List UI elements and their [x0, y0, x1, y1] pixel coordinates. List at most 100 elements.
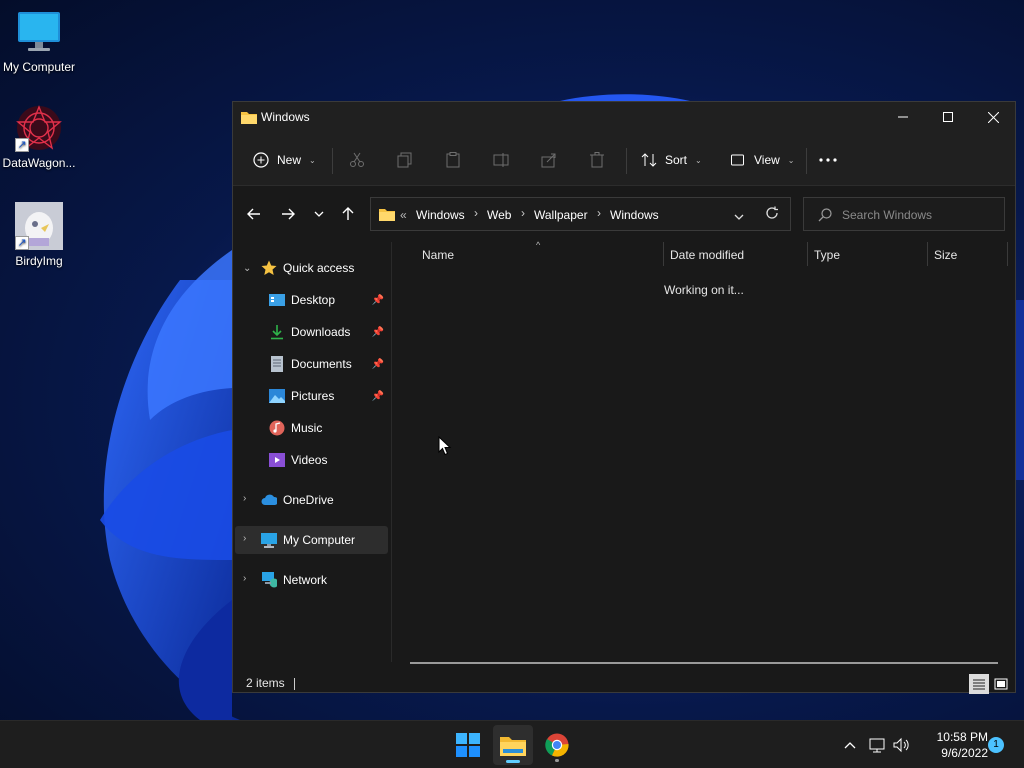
network-status-button[interactable] — [868, 735, 888, 755]
navigation-pane: ⌄ Quick access Desktop 📌 Downloads 📌 Doc… — [233, 242, 391, 662]
copy-button[interactable] — [397, 148, 413, 172]
loading-message: Working on it... — [664, 283, 744, 297]
sidebar-item-my-computer[interactable]: › My Computer — [235, 526, 388, 554]
paste-button[interactable] — [445, 148, 461, 172]
taskbar-file-explorer[interactable] — [493, 725, 533, 765]
column-header-size[interactable]: Size — [934, 248, 957, 262]
cloud-icon — [261, 492, 277, 508]
share-button[interactable] — [541, 148, 557, 172]
running-indicator — [506, 760, 520, 763]
column-separator[interactable] — [807, 242, 808, 266]
taskbar-chrome[interactable] — [537, 725, 577, 765]
close-button[interactable] — [970, 102, 1016, 132]
download-icon — [269, 324, 285, 340]
breadcrumb-item[interactable]: Windows — [416, 208, 465, 222]
monitor-icon — [261, 532, 277, 548]
column-separator[interactable] — [1007, 242, 1008, 266]
sort-label: Sort — [665, 153, 688, 167]
rename-button[interactable] — [493, 148, 509, 172]
sidebar-item-quick-access[interactable]: ⌄ Quick access — [235, 254, 388, 282]
clock[interactable]: 10:58 PM 9/6/2022 — [916, 729, 988, 761]
start-button[interactable] — [448, 725, 488, 765]
status-bar: 2 items — [233, 674, 1015, 694]
title-bar[interactable]: Windows — [233, 102, 1015, 134]
share-icon — [541, 153, 556, 168]
search-box[interactable] — [803, 197, 1005, 231]
back-button[interactable] — [243, 203, 265, 225]
pin-icon: 📌 — [371, 326, 384, 338]
delete-button[interactable] — [589, 148, 605, 172]
sidebar-item-network[interactable]: › Network — [235, 566, 388, 594]
star-icon — [261, 260, 277, 276]
sidebar-item-label: Music — [291, 421, 323, 435]
mouse-cursor-icon — [438, 436, 452, 456]
sidebar-item-music[interactable]: Music — [235, 414, 388, 442]
chevron-down-icon: ⌄ — [787, 155, 795, 165]
large-icons-view-button[interactable] — [991, 674, 1011, 694]
horizontal-scrollbar[interactable] — [410, 662, 998, 664]
cut-button[interactable] — [349, 148, 365, 172]
up-button[interactable] — [337, 203, 359, 225]
new-label: New — [277, 153, 302, 167]
sidebar-item-label: Videos — [291, 453, 328, 467]
pin-icon: 📌 — [371, 390, 384, 402]
details-view-button[interactable] — [969, 674, 989, 694]
volume-icon — [893, 737, 909, 753]
close-icon — [987, 111, 999, 123]
file-explorer-window: Windows New ⌄ Sort ⌄ View ⌄ « Windows › … — [232, 101, 1016, 694]
music-icon — [269, 420, 285, 436]
scissors-icon — [350, 152, 364, 167]
chevron-right-icon: › — [474, 206, 478, 220]
minimize-button[interactable] — [880, 102, 926, 132]
network-icon — [869, 738, 885, 753]
search-input[interactable] — [842, 206, 992, 224]
sidebar-item-onedrive[interactable]: › OneDrive — [235, 486, 388, 514]
notification-badge[interactable]: 1 — [988, 737, 1004, 753]
show-hidden-icons-button[interactable] — [840, 735, 860, 755]
sidebar-item-desktop[interactable]: Desktop 📌 — [235, 286, 388, 314]
volume-button[interactable] — [892, 735, 912, 755]
view-button[interactable]: View ⌄ — [730, 148, 795, 172]
taskbar: 10:58 PM 9/6/2022 1 — [0, 720, 1024, 768]
pictures-icon — [269, 388, 285, 404]
arrow-right-icon — [282, 208, 295, 220]
datawagon-icon: ↗ — [15, 104, 63, 152]
new-button[interactable]: New ⌄ — [253, 148, 316, 172]
chevron-right-icon[interactable]: › — [243, 573, 246, 584]
desktop-icon-birdyimg[interactable]: ↗ BirdyImg — [0, 202, 78, 268]
column-separator[interactable] — [663, 242, 664, 266]
maximize-button[interactable] — [925, 102, 971, 132]
column-header-type[interactable]: Type — [814, 248, 840, 262]
column-header-name[interactable]: Name — [422, 248, 454, 262]
sidebar-item-downloads[interactable]: Downloads 📌 — [235, 318, 388, 346]
desktop-icon-my-computer[interactable]: My Computer — [0, 8, 78, 74]
desktop-icon-label: BirdyImg — [15, 254, 63, 268]
more-options-button[interactable] — [819, 148, 837, 172]
column-header-date-modified[interactable]: Date modified — [670, 248, 744, 262]
breadcrumb-item[interactable]: Wallpaper — [534, 208, 588, 222]
sidebar-item-pictures[interactable]: Pictures 📌 — [235, 382, 388, 410]
sidebar-item-label: Network — [283, 573, 328, 587]
breadcrumb-item[interactable]: Windows — [610, 208, 659, 222]
forward-button[interactable] — [277, 203, 299, 225]
sidebar-item-documents[interactable]: Documents 📌 — [235, 350, 388, 378]
item-count: 2 items — [246, 676, 285, 690]
desktop-icon-datawagon[interactable]: ↗ DataWagon... — [0, 104, 78, 170]
refresh-button[interactable] — [765, 206, 779, 223]
tiles-view-icon — [994, 678, 1008, 690]
recent-locations-button[interactable] — [308, 203, 330, 225]
address-history-button[interactable] — [734, 209, 744, 223]
pin-icon: 📌 — [371, 294, 384, 306]
breadcrumb-item[interactable]: Web — [487, 208, 511, 222]
chevron-right-icon[interactable]: › — [243, 493, 246, 504]
chevron-down-icon[interactable]: ⌄ — [243, 263, 251, 274]
column-separator[interactable] — [927, 242, 928, 266]
sidebar-item-videos[interactable]: Videos — [235, 446, 388, 474]
chevron-down-icon — [734, 214, 744, 220]
file-list[interactable]: Name ^ Date modified Type Size Working o… — [392, 240, 1015, 678]
sort-button[interactable]: Sort ⌄ — [641, 148, 702, 172]
start-icon — [456, 733, 480, 757]
address-bar[interactable]: « Windows › Web › Wallpaper › Windows — [370, 197, 791, 231]
breadcrumb-overflow[interactable]: « — [400, 208, 407, 222]
chevron-right-icon[interactable]: › — [243, 533, 246, 544]
